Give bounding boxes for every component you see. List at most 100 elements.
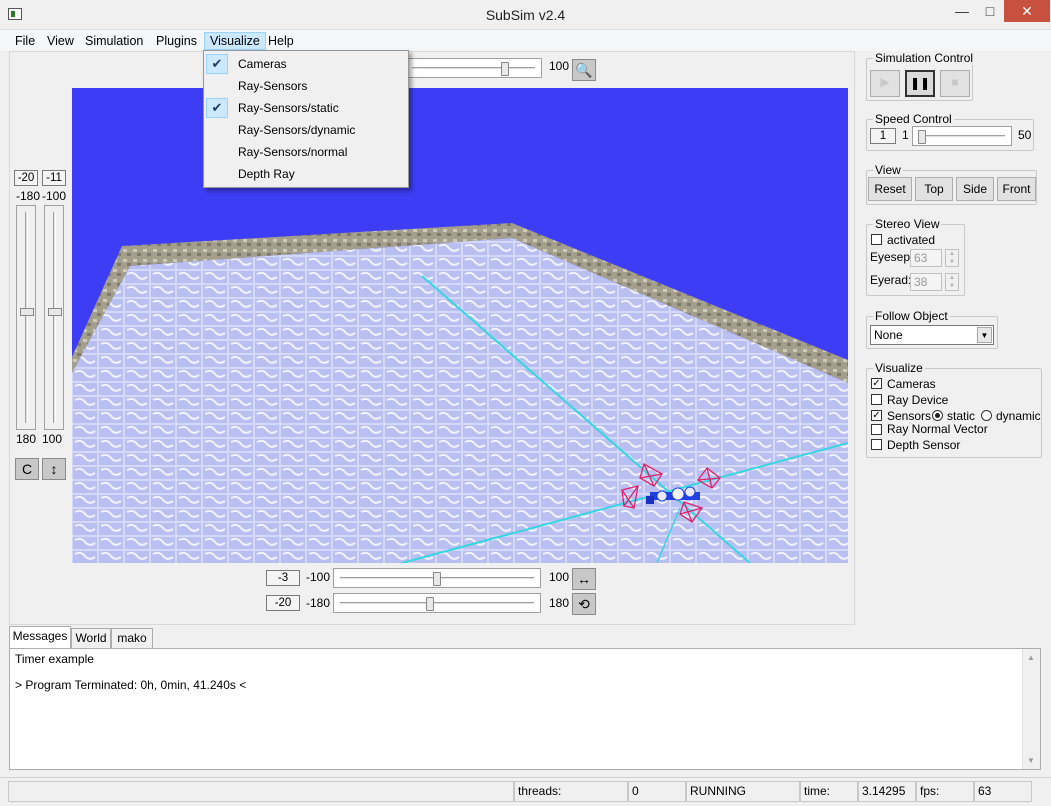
left-max-b: 100 xyxy=(42,432,63,446)
title-bar: SubSim v2.4 — □ ✕ xyxy=(0,0,1051,30)
eyesep-label: Eyesep: xyxy=(870,250,914,264)
left-vslider-a[interactable] xyxy=(16,205,36,430)
dynamic-label: dynamic xyxy=(996,409,1041,423)
zoom-max-label: 100 xyxy=(549,59,570,73)
menu-plugins[interactable]: Plugins xyxy=(151,32,202,50)
dynamic-radio[interactable] xyxy=(981,410,992,421)
eyesep-field[interactable]: 63 xyxy=(910,249,942,267)
message-line: > Program Terminated: 0h, 0min, 41.240s … xyxy=(15,678,247,692)
cameras-checkbox[interactable]: ✓ xyxy=(871,378,882,389)
ray-device-checkbox[interactable] xyxy=(871,394,882,405)
bottom-spin-b[interactable]: -20 xyxy=(266,595,300,611)
left-max-a: 180 xyxy=(16,432,37,446)
window-title: SubSim v2.4 xyxy=(485,7,566,23)
messages-scrollbar[interactable]: ▲ ▼ xyxy=(1022,649,1040,769)
messages-pane[interactable]: Timer example > Program Terminated: 0h, … xyxy=(9,648,1041,770)
left-spin-b[interactable]: -11 xyxy=(42,170,66,186)
speed-max: 50 xyxy=(1018,128,1032,142)
follow-object-value: None xyxy=(874,328,903,342)
left-min-b: -100 xyxy=(42,189,67,203)
ray-normal-checkbox[interactable] xyxy=(871,424,882,435)
view-title: View xyxy=(873,163,903,177)
menu-visualize[interactable]: Visualize xyxy=(204,32,266,50)
cameras-label: Cameras xyxy=(887,377,936,391)
view-top-button[interactable]: Top xyxy=(915,177,953,201)
move-horizontal-icon[interactable]: ↔ xyxy=(572,568,596,590)
ray-device-label: Ray Device xyxy=(887,393,949,407)
close-button[interactable]: ✕ xyxy=(1004,0,1050,22)
static-label: static xyxy=(947,409,976,423)
bottom-max-b: 180 xyxy=(549,596,570,610)
eyerad-stepper[interactable]: ▲ ▼ xyxy=(945,273,959,291)
menu-item-ray-sensors[interactable]: Ray-Sensors xyxy=(204,75,408,97)
tab-messages[interactable]: Messages xyxy=(9,626,71,648)
speed-control-title: Speed Control xyxy=(873,112,954,126)
bottom-spin-a[interactable]: -3 xyxy=(266,570,300,586)
move-vertical-icon[interactable]: ↕ xyxy=(42,458,66,480)
eyerad-label: Eyerad: xyxy=(870,273,912,287)
stereo-activated-checkbox[interactable] xyxy=(871,234,882,245)
menu-item-ray-sensors-normal[interactable]: Ray-Sensors/normal xyxy=(204,141,408,163)
view-side-button[interactable]: Side xyxy=(956,177,994,201)
eyesep-stepper[interactable]: ▲ ▼ xyxy=(945,249,959,267)
speed-value[interactable]: 1 xyxy=(870,128,896,144)
fps-label: fps: xyxy=(916,781,974,802)
menu-help[interactable]: Help xyxy=(263,32,299,50)
menu-item-depth-ray[interactable]: Depth Ray xyxy=(204,163,408,185)
depth-sensor-label: Depth Sensor xyxy=(887,438,961,452)
speed-slider[interactable] xyxy=(912,126,1012,146)
menu-simulation[interactable]: Simulation xyxy=(80,32,148,50)
view-reset-button[interactable]: Reset xyxy=(868,177,912,201)
bottom-min-a: -100 xyxy=(306,570,331,584)
bottom-hslider-a[interactable] xyxy=(333,568,541,588)
scene-render xyxy=(72,223,848,563)
ray-normal-label: Ray Normal Vector xyxy=(887,422,988,436)
visualize-dropdown-menu: ✔ Cameras Ray-Sensors ✔ Ray-Sensors/stat… xyxy=(203,50,409,188)
menu-item-ray-sensors-dynamic[interactable]: Ray-Sensors/dynamic xyxy=(204,119,408,141)
sim-state: RUNNING xyxy=(686,781,800,802)
menu-file[interactable]: File xyxy=(10,32,40,50)
sensors-checkbox[interactable]: ✓ xyxy=(871,410,882,421)
checkmark-icon: ✔ xyxy=(206,54,228,74)
status-bar: threads: 0 RUNNING time: 3.14295 fps: 63 xyxy=(0,777,1051,806)
minimize-button[interactable]: — xyxy=(948,0,976,22)
depth-sensor-checkbox[interactable] xyxy=(871,439,882,450)
static-radio[interactable] xyxy=(932,410,943,421)
tab-world[interactable]: World xyxy=(71,628,111,648)
menu-item-cameras[interactable]: ✔ Cameras xyxy=(204,53,408,75)
stereo-view-title: Stereo View xyxy=(873,217,942,231)
threads-label: threads: xyxy=(514,781,628,802)
time-label: time: xyxy=(800,781,858,802)
chevron-down-icon: ▼ xyxy=(977,327,992,343)
follow-object-title: Follow Object xyxy=(873,309,950,323)
message-line: Timer example xyxy=(15,652,94,666)
eyerad-field[interactable]: 38 xyxy=(910,273,942,291)
visualize-title: Visualize xyxy=(873,361,925,375)
left-min-a: -180 xyxy=(16,189,41,203)
status-cell-empty xyxy=(8,781,514,802)
tab-mako[interactable]: mako xyxy=(111,628,153,648)
rotate-horizontal-icon[interactable]: ⟲ xyxy=(572,593,596,615)
follow-object-select[interactable]: None ▼ xyxy=(870,325,994,345)
maximize-button[interactable]: □ xyxy=(976,0,1004,22)
pause-button[interactable]: ❚❚ xyxy=(905,70,935,97)
play-button[interactable]: ▶ xyxy=(870,70,900,97)
menu-item-ray-sensors-static[interactable]: ✔ Ray-Sensors/static xyxy=(204,97,408,119)
3d-viewport[interactable] xyxy=(72,88,848,563)
rotate-vertical-icon[interactable]: C xyxy=(15,458,39,480)
sensors-label: Sensors xyxy=(887,409,932,423)
stop-button[interactable]: ■ xyxy=(940,70,970,97)
fps-value: 63 xyxy=(974,781,1032,802)
menu-bar: File View Simulation Plugins Visualize H… xyxy=(0,30,1051,51)
simulation-control-title: Simulation Control xyxy=(873,51,976,65)
menu-view[interactable]: View xyxy=(42,32,79,50)
zoom-slider[interactable] xyxy=(405,58,542,78)
left-vslider-b[interactable] xyxy=(44,205,64,430)
left-spin-a[interactable]: -20 xyxy=(14,170,38,186)
checkmark-icon: ✔ xyxy=(206,98,228,118)
bottom-hslider-b[interactable] xyxy=(333,593,541,613)
stereo-activated-label: activated xyxy=(887,233,936,247)
view-front-button[interactable]: Front xyxy=(997,177,1036,201)
zoom-icon[interactable]: 🔍 xyxy=(572,59,596,81)
threads-value: 0 xyxy=(628,781,686,802)
